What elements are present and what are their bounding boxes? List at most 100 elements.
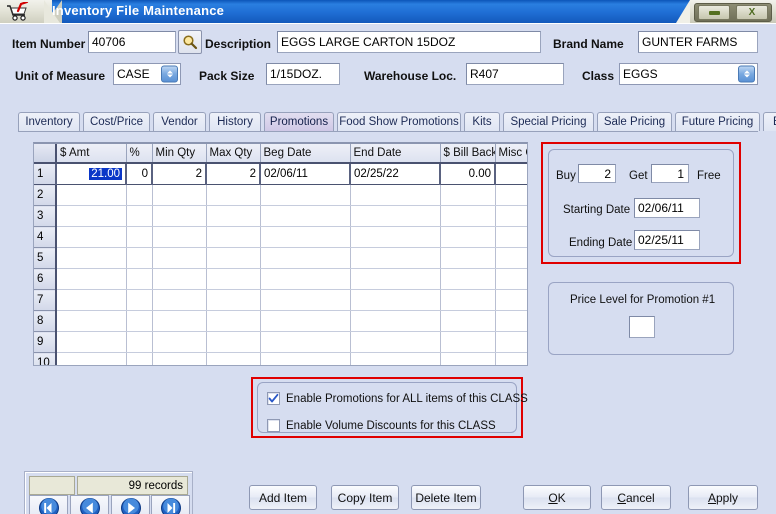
- row-number[interactable]: 1: [34, 162, 57, 185]
- cell-misc-code[interactable]: [495, 162, 527, 185]
- item-number-input[interactable]: 40706: [88, 31, 176, 53]
- cell-misc-code[interactable]: [495, 331, 527, 353]
- row-number[interactable]: 7: [34, 289, 57, 311]
- tab-kits[interactable]: Kits: [464, 112, 500, 131]
- tab-break[interactable]: Break: [763, 112, 776, 131]
- cell-min-qty[interactable]: [152, 352, 207, 365]
- cell-max-qty[interactable]: [206, 205, 261, 227]
- cell-min-qty[interactable]: 2: [152, 162, 207, 185]
- chevron-updown-icon[interactable]: [738, 65, 755, 83]
- tab-inventory[interactable]: Inventory: [18, 112, 80, 131]
- cell-bill-back[interactable]: [440, 310, 496, 332]
- table-row[interactable]: 7: [34, 289, 527, 311]
- cell-misc-code[interactable]: [495, 289, 527, 311]
- cell-beg-date[interactable]: [260, 289, 351, 311]
- table-row[interactable]: 8: [34, 310, 527, 332]
- close-button[interactable]: X: [736, 5, 768, 20]
- table-row[interactable]: 9: [34, 331, 527, 353]
- cell-pct[interactable]: [126, 352, 153, 365]
- cancel-button[interactable]: Cancel: [601, 485, 671, 510]
- next-record-button[interactable]: [111, 495, 150, 514]
- cell-beg-date[interactable]: [260, 205, 351, 227]
- cell-min-qty[interactable]: [152, 310, 207, 332]
- price-level-input[interactable]: [629, 316, 655, 338]
- cell-min-qty[interactable]: [152, 268, 207, 290]
- table-row[interactable]: 1 21.00 0 2 2 02/06/11 02/25/22 0.00: [34, 162, 527, 185]
- cell-beg-date[interactable]: [260, 352, 351, 365]
- item-search-button[interactable]: [178, 30, 202, 54]
- cell-bill-back[interactable]: [440, 331, 496, 353]
- enable-promotions-checkbox[interactable]: [267, 392, 280, 405]
- cell-min-qty[interactable]: [152, 226, 207, 248]
- cell-end-date[interactable]: [350, 289, 441, 311]
- cell-beg-date[interactable]: 02/06/11: [260, 162, 351, 185]
- cell-max-qty[interactable]: [206, 247, 261, 269]
- cell-max-qty[interactable]: [206, 184, 261, 206]
- cell-pct[interactable]: 0: [126, 162, 153, 185]
- tab-promotions[interactable]: Promotions: [264, 112, 334, 131]
- add-item-button[interactable]: Add Item: [249, 485, 317, 510]
- cell-end-date[interactable]: [350, 205, 441, 227]
- pack-size-input[interactable]: 1/15DOZ.: [266, 63, 340, 85]
- table-row[interactable]: 2: [34, 184, 527, 206]
- cell-pct[interactable]: [126, 310, 153, 332]
- description-input[interactable]: EGGS LARGE CARTON 15DOZ: [277, 31, 541, 53]
- last-record-button[interactable]: [151, 495, 190, 514]
- cell-pct[interactable]: [126, 289, 153, 311]
- cell-bill-back[interactable]: [440, 184, 496, 206]
- cell-beg-date[interactable]: [260, 331, 351, 353]
- row-number[interactable]: 8: [34, 310, 57, 332]
- cell-amt[interactable]: [56, 289, 127, 311]
- ending-date-input[interactable]: 02/25/11: [634, 230, 700, 250]
- table-row[interactable]: 5: [34, 247, 527, 269]
- first-record-button[interactable]: [29, 495, 68, 514]
- cell-max-qty[interactable]: [206, 268, 261, 290]
- cell-beg-date[interactable]: [260, 184, 351, 206]
- row-number[interactable]: 3: [34, 205, 57, 227]
- cell-amt[interactable]: [56, 331, 127, 353]
- copy-item-button[interactable]: Copy Item: [331, 485, 399, 510]
- cell-end-date[interactable]: [350, 268, 441, 290]
- tab-sale-pricing[interactable]: Sale Pricing: [597, 112, 672, 131]
- cell-amt[interactable]: [56, 226, 127, 248]
- tab-history[interactable]: History: [209, 112, 261, 131]
- cell-beg-date[interactable]: [260, 226, 351, 248]
- cell-bill-back[interactable]: 0.00: [440, 162, 496, 185]
- cell-amt[interactable]: [56, 184, 127, 206]
- cell-end-date[interactable]: [350, 310, 441, 332]
- cell-max-qty[interactable]: [206, 352, 261, 365]
- cell-end-date[interactable]: [350, 184, 441, 206]
- cell-pct[interactable]: [126, 226, 153, 248]
- cell-bill-back[interactable]: [440, 226, 496, 248]
- apply-button[interactable]: Apply: [688, 485, 758, 510]
- row-number[interactable]: 9: [34, 331, 57, 353]
- row-number[interactable]: 2: [34, 184, 57, 206]
- starting-date-input[interactable]: 02/06/11: [634, 198, 700, 218]
- enable-volume-discounts-checkbox[interactable]: [267, 419, 280, 432]
- cell-bill-back[interactable]: [440, 268, 496, 290]
- enable-volume-discounts-label[interactable]: Enable Volume Discounts for this CLASS: [286, 420, 496, 432]
- row-number[interactable]: 10: [34, 352, 57, 365]
- tab-future-pricing[interactable]: Future Pricing: [675, 112, 760, 131]
- cell-beg-date[interactable]: [260, 268, 351, 290]
- cell-end-date[interactable]: [350, 352, 441, 365]
- cell-max-qty[interactable]: [206, 226, 261, 248]
- cell-bill-back[interactable]: [440, 205, 496, 227]
- get-quantity-input[interactable]: 1: [651, 164, 689, 183]
- record-blank-field[interactable]: [29, 476, 75, 495]
- cell-max-qty[interactable]: [206, 310, 261, 332]
- table-row[interactable]: 10: [34, 352, 527, 365]
- table-row[interactable]: 6: [34, 268, 527, 290]
- tab-cost-price[interactable]: Cost/Price: [83, 112, 150, 131]
- row-number[interactable]: 6: [34, 268, 57, 290]
- cell-min-qty[interactable]: [152, 331, 207, 353]
- minimize-button[interactable]: [698, 5, 730, 20]
- previous-record-button[interactable]: [70, 495, 109, 514]
- enable-promotions-label[interactable]: Enable Promotions for ALL items of this …: [286, 393, 528, 405]
- cell-pct[interactable]: [126, 205, 153, 227]
- cell-pct[interactable]: [126, 184, 153, 206]
- warehouse-loc-input[interactable]: R407: [466, 63, 564, 85]
- cell-misc-code[interactable]: [495, 184, 527, 206]
- row-number[interactable]: 5: [34, 247, 57, 269]
- cell-pct[interactable]: [126, 247, 153, 269]
